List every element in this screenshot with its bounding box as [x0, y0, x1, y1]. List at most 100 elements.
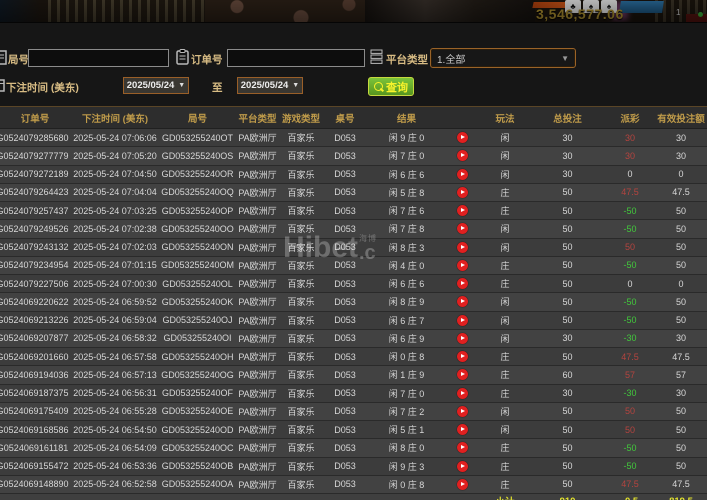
replay-button[interactable]	[457, 278, 468, 289]
cell-replay	[445, 147, 480, 165]
date-to-value: 2025/05/24	[241, 80, 289, 91]
cell-order-number: G0524079227506	[0, 275, 70, 293]
cell-valid-bet: 50	[655, 238, 707, 256]
cell-table-number: D053	[322, 220, 368, 238]
play-icon	[461, 445, 465, 449]
cell-payout: -50	[605, 457, 655, 475]
replay-button[interactable]	[457, 333, 468, 344]
cell-total-bet: 50	[530, 475, 605, 493]
cell-valid-bet: 30	[655, 129, 707, 147]
cell-payout: 0	[605, 165, 655, 183]
cell-game-type: 百家乐	[280, 384, 322, 402]
cell-order-number: G0524079243132	[0, 238, 70, 256]
cell-result: 闲 9 庄 3	[368, 457, 445, 475]
replay-button[interactable]	[457, 442, 468, 453]
replay-button[interactable]	[457, 315, 468, 326]
cell-order-number: G0524079264423	[0, 183, 70, 201]
cell-table-number: D053	[322, 402, 368, 420]
cell-valid-bet: 0	[655, 165, 707, 183]
cell-payout: 47.5	[605, 475, 655, 493]
replay-button[interactable]	[457, 296, 468, 307]
cell-total-bet: 30	[530, 329, 605, 347]
cell-result: 闲 8 庄 9	[368, 293, 445, 311]
replay-button[interactable]	[457, 479, 468, 490]
cell-play-side: 庄	[480, 348, 530, 366]
table-row: G0524079285680 2025-05-24 07:06:06 GD053…	[0, 129, 707, 147]
cell-game-type: 百家乐	[280, 183, 322, 201]
cell-game-type: 百家乐	[280, 311, 322, 329]
table-row: G0524079277779 2025-05-24 07:05:20 GD053…	[0, 147, 707, 165]
cell-payout: -50	[605, 311, 655, 329]
cell-platform: PA欧洲厅	[235, 348, 280, 366]
replay-button[interactable]	[457, 351, 468, 362]
replay-button[interactable]	[457, 150, 468, 161]
cell-replay	[445, 202, 480, 220]
cell-result: 闲 6 庄 6	[368, 275, 445, 293]
replay-button[interactable]	[457, 406, 468, 417]
cell-game-number: GD053255240OO	[160, 220, 235, 238]
cell-result: 闲 6 庄 7	[368, 311, 445, 329]
column-header: 玩法	[480, 107, 530, 129]
cell-play-side: 庄	[480, 256, 530, 274]
table-row: G0524079243132 2025-05-24 07:02:03 GD053…	[0, 238, 707, 256]
order-number-input[interactable]	[227, 49, 365, 67]
column-header: 有效投注额	[655, 107, 707, 129]
cell-valid-bet: 47.5	[655, 475, 707, 493]
cell-replay	[445, 183, 480, 201]
cell-play-side: 闲	[480, 129, 530, 147]
cell-game-type: 百家乐	[280, 238, 322, 256]
table-row: G0524069161181 2025-05-24 06:54:09 GD053…	[0, 439, 707, 457]
replay-button[interactable]	[457, 187, 468, 198]
replay-button[interactable]	[457, 369, 468, 380]
search-button[interactable]: 查询	[368, 77, 414, 96]
cell-total-bet: 50	[530, 238, 605, 256]
game-number-input[interactable]	[28, 49, 169, 67]
cell-table-number: D053	[322, 129, 368, 147]
cell-total-bet: 50	[530, 256, 605, 274]
play-icon	[461, 336, 465, 340]
date-to-picker[interactable]: 2025/05/24▼	[237, 77, 303, 94]
replay-button[interactable]	[457, 424, 468, 435]
play-icon	[461, 190, 465, 194]
platform-type-label: 平台类型	[386, 52, 428, 67]
cell-valid-bet: 50	[655, 311, 707, 329]
cell-table-number: D053	[322, 293, 368, 311]
table-row: G0524069168586 2025-05-24 06:54:50 GD053…	[0, 421, 707, 439]
replay-button[interactable]	[457, 461, 468, 472]
cell-total-bet: 30	[530, 384, 605, 402]
cell-valid-bet: 0	[655, 275, 707, 293]
cell-table-number: D053	[322, 384, 368, 402]
replay-button[interactable]	[457, 260, 468, 271]
cell-platform: PA欧洲厅	[235, 202, 280, 220]
cell-order-number: G0524079277779	[0, 147, 70, 165]
cell-total-bet: 60	[530, 366, 605, 384]
replay-button[interactable]	[457, 388, 468, 399]
cell-bet-time: 2025-05-24 07:04:04	[70, 183, 160, 201]
cell-payout: 50	[605, 421, 655, 439]
table-header-row: 订单号下注时间 (美东)局号平台类型游戏类型桌号结果玩法总投注派彩有效投注额	[0, 107, 707, 129]
subtotal-spacer	[0, 494, 480, 500]
cell-payout: 47.5	[605, 348, 655, 366]
replay-button[interactable]	[457, 132, 468, 143]
cell-order-number: G0524079234954	[0, 256, 70, 274]
cell-game-number: GD053255240OP	[160, 202, 235, 220]
replay-button[interactable]	[457, 242, 468, 253]
cell-game-number: GD053255240OB	[160, 457, 235, 475]
cell-play-side: 闲	[480, 238, 530, 256]
game-number-icon	[0, 50, 7, 65]
cell-payout: -50	[605, 439, 655, 457]
play-icon	[461, 245, 465, 249]
replay-button[interactable]	[457, 169, 468, 180]
date-from-picker[interactable]: 2025/05/24▼	[123, 77, 189, 94]
cell-bet-time: 2025-05-24 06:53:36	[70, 457, 160, 475]
platform-type-select[interactable]: 1.全部 ▼	[430, 48, 576, 68]
cell-play-side: 庄	[480, 457, 530, 475]
replay-button[interactable]	[457, 223, 468, 234]
replay-button[interactable]	[457, 205, 468, 216]
cell-payout: -50	[605, 220, 655, 238]
column-header: 游戏类型	[280, 107, 322, 129]
cell-game-number: GD053255240OK	[160, 293, 235, 311]
cell-replay	[445, 348, 480, 366]
cell-total-bet: 50	[530, 421, 605, 439]
cell-game-type: 百家乐	[280, 165, 322, 183]
